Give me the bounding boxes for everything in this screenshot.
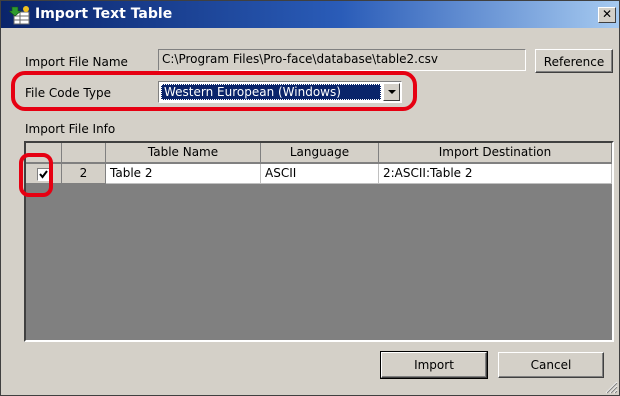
highlight-row-checkbox xyxy=(19,153,53,197)
import-file-info-table[interactable]: Table Name Language Import Destination 2… xyxy=(24,141,614,342)
import-destination-cell[interactable]: 2:ASCII:Table 2 xyxy=(379,164,612,184)
dialog-title: Import Text Table xyxy=(35,6,173,22)
import-file-name-label: Import File Name xyxy=(25,55,128,69)
table-import-icon xyxy=(9,6,30,25)
table-name-cell[interactable]: Table 2 xyxy=(106,164,261,184)
header-number-column xyxy=(62,143,106,163)
highlight-file-code-type xyxy=(11,71,417,111)
resize-grip-icon[interactable] xyxy=(604,380,618,394)
import-text-table-dialog: Import Text Table ✕ Import File Name C:\… xyxy=(0,0,620,396)
import-file-name-field[interactable]: C:\Program Files\Pro-face\database\table… xyxy=(158,49,526,71)
close-button[interactable]: ✕ xyxy=(598,7,616,23)
row-number: 2 xyxy=(62,164,106,184)
column-header-language[interactable]: Language xyxy=(261,143,379,163)
column-header-import-destination[interactable]: Import Destination xyxy=(379,143,612,163)
title-bar[interactable]: Import Text Table ✕ xyxy=(1,1,619,28)
import-file-info-label: Import File Info xyxy=(25,122,116,136)
language-cell[interactable]: ASCII xyxy=(261,164,379,184)
column-header-table-name[interactable]: Table Name xyxy=(106,143,261,163)
reference-button[interactable]: Reference xyxy=(535,49,613,73)
cancel-button[interactable]: Cancel xyxy=(498,352,604,378)
import-button[interactable]: Import xyxy=(380,351,488,379)
